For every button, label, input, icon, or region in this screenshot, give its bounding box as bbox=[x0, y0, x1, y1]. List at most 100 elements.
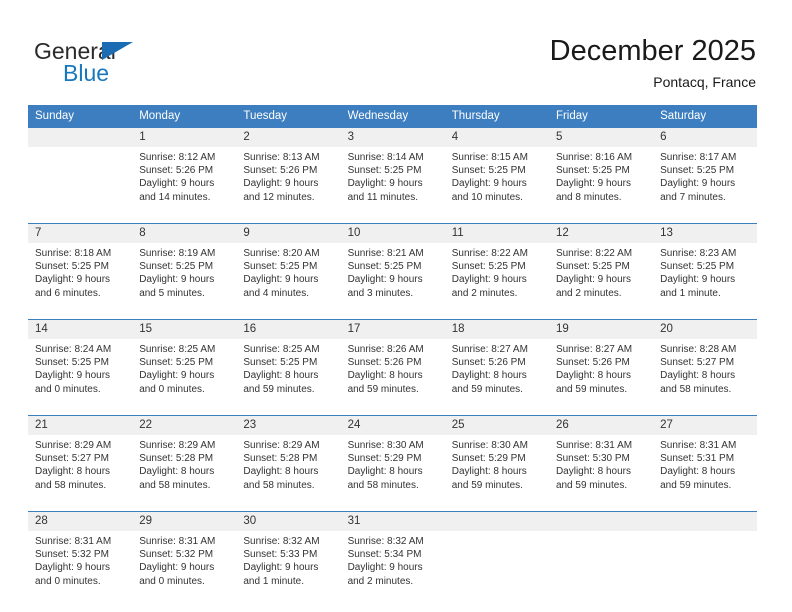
daylight-text-cont: and 5 minutes. bbox=[139, 287, 205, 299]
daylight-text: Daylight: 9 hours bbox=[35, 562, 111, 574]
day-number[interactable]: 21 bbox=[28, 415, 133, 435]
day-number[interactable]: 13 bbox=[653, 223, 758, 243]
general-blue-logo[interactable]: General Blue bbox=[34, 38, 204, 90]
daylight-text: Daylight: 9 hours bbox=[555, 274, 631, 286]
day-number[interactable]: 16 bbox=[236, 319, 341, 339]
day-cell[interactable]: Sunrise: 8:27 AM Sunset: 5:26 PM Dayligh… bbox=[548, 339, 654, 416]
sunrise-text: Sunrise: 8:30 AM bbox=[451, 440, 528, 451]
day-cell[interactable] bbox=[28, 147, 133, 224]
day-cell[interactable] bbox=[548, 531, 654, 607]
day-number[interactable] bbox=[444, 511, 549, 531]
day-number[interactable] bbox=[653, 511, 758, 531]
day-cell[interactable]: Sunrise: 8:29 AM Sunset: 5:27 PM Dayligh… bbox=[28, 435, 133, 512]
day-number[interactable] bbox=[28, 128, 133, 147]
daylight-text-cont: and 0 minutes. bbox=[139, 383, 205, 395]
day-cell[interactable]: Sunrise: 8:26 AM Sunset: 5:26 PM Dayligh… bbox=[340, 339, 445, 416]
page-subtitle-location: Pontacq, France bbox=[653, 74, 756, 90]
day-number[interactable]: 29 bbox=[132, 511, 237, 531]
day-cell[interactable]: Sunrise: 8:27 AM Sunset: 5:26 PM Dayligh… bbox=[444, 339, 549, 416]
day-number[interactable]: 10 bbox=[340, 223, 445, 243]
daylight-text: Daylight: 8 hours bbox=[555, 466, 631, 478]
weekday-header-sunday: Sunday bbox=[28, 105, 133, 128]
day-cell[interactable]: Sunrise: 8:32 AM Sunset: 5:33 PM Dayligh… bbox=[236, 531, 341, 607]
day-number[interactable]: 30 bbox=[236, 511, 341, 531]
day-cell[interactable]: Sunrise: 8:24 AM Sunset: 5:25 PM Dayligh… bbox=[28, 339, 133, 416]
day-number[interactable]: 22 bbox=[132, 415, 237, 435]
day-cell[interactable]: Sunrise: 8:31 AM Sunset: 5:30 PM Dayligh… bbox=[548, 435, 654, 512]
sunset-text: Sunset: 5:25 PM bbox=[139, 261, 214, 273]
day-cell[interactable]: Sunrise: 8:21 AM Sunset: 5:25 PM Dayligh… bbox=[340, 243, 445, 320]
daylight-text: Daylight: 9 hours bbox=[347, 178, 423, 190]
day-number[interactable]: 4 bbox=[444, 128, 549, 147]
week-row: 1 2 3 4 5 6 Sunrise: 8:12 AM Sunset: 5:2… bbox=[28, 128, 758, 224]
day-cell[interactable]: Sunrise: 8:28 AM Sunset: 5:27 PM Dayligh… bbox=[653, 339, 758, 416]
day-cell[interactable]: Sunrise: 8:22 AM Sunset: 5:25 PM Dayligh… bbox=[444, 243, 549, 320]
sunset-text: Sunset: 5:25 PM bbox=[35, 357, 109, 369]
weekday-header-row: Sunday Monday Tuesday Wednesday Thursday… bbox=[28, 105, 758, 128]
daylight-text: Daylight: 9 hours bbox=[347, 562, 423, 574]
day-cell[interactable]: Sunrise: 8:22 AM Sunset: 5:25 PM Dayligh… bbox=[548, 243, 654, 320]
day-cell[interactable] bbox=[653, 531, 758, 607]
day-cell[interactable]: Sunrise: 8:16 AM Sunset: 5:25 PM Dayligh… bbox=[548, 147, 654, 224]
day-number[interactable]: 17 bbox=[340, 319, 445, 339]
day-cell[interactable] bbox=[444, 531, 549, 607]
day-cell[interactable]: Sunrise: 8:30 AM Sunset: 5:29 PM Dayligh… bbox=[444, 435, 549, 512]
day-number[interactable]: 9 bbox=[236, 223, 341, 243]
day-number[interactable]: 11 bbox=[444, 223, 549, 243]
day-number[interactable]: 18 bbox=[444, 319, 549, 339]
daylight-text-cont: and 0 minutes. bbox=[139, 575, 205, 587]
day-cell[interactable]: Sunrise: 8:31 AM Sunset: 5:32 PM Dayligh… bbox=[28, 531, 133, 607]
day-cell[interactable]: Sunrise: 8:15 AM Sunset: 5:25 PM Dayligh… bbox=[444, 147, 549, 224]
day-number[interactable]: 19 bbox=[548, 319, 654, 339]
daylight-text: Daylight: 8 hours bbox=[347, 370, 423, 382]
day-cell[interactable]: Sunrise: 8:31 AM Sunset: 5:31 PM Dayligh… bbox=[653, 435, 758, 512]
day-cell[interactable]: Sunrise: 8:29 AM Sunset: 5:28 PM Dayligh… bbox=[236, 435, 341, 512]
day-cell[interactable]: Sunrise: 8:19 AM Sunset: 5:25 PM Dayligh… bbox=[132, 243, 237, 320]
day-number[interactable]: 14 bbox=[28, 319, 133, 339]
day-number[interactable]: 31 bbox=[340, 511, 445, 531]
day-cell[interactable]: Sunrise: 8:13 AM Sunset: 5:26 PM Dayligh… bbox=[236, 147, 341, 224]
day-number[interactable]: 26 bbox=[548, 415, 654, 435]
day-number[interactable]: 12 bbox=[548, 223, 654, 243]
day-cell[interactable]: Sunrise: 8:23 AM Sunset: 5:25 PM Dayligh… bbox=[653, 243, 758, 320]
weekday-header-wednesday: Wednesday bbox=[340, 105, 445, 128]
daylight-text-cont: and 7 minutes. bbox=[660, 191, 726, 203]
day-number[interactable]: 28 bbox=[28, 511, 133, 531]
day-cell[interactable]: Sunrise: 8:12 AM Sunset: 5:26 PM Dayligh… bbox=[132, 147, 237, 224]
sunset-text: Sunset: 5:28 PM bbox=[243, 453, 318, 465]
day-number[interactable]: 20 bbox=[653, 319, 758, 339]
day-cell[interactable]: Sunrise: 8:30 AM Sunset: 5:29 PM Dayligh… bbox=[340, 435, 445, 512]
day-cell[interactable]: Sunrise: 8:20 AM Sunset: 5:25 PM Dayligh… bbox=[236, 243, 341, 320]
day-number[interactable]: 6 bbox=[653, 128, 758, 147]
day-number[interactable]: 3 bbox=[340, 128, 445, 147]
daylight-text: Daylight: 9 hours bbox=[139, 562, 215, 574]
day-cell[interactable]: Sunrise: 8:32 AM Sunset: 5:34 PM Dayligh… bbox=[340, 531, 445, 607]
day-number[interactable]: 25 bbox=[444, 415, 549, 435]
page-title: December 2025 bbox=[549, 35, 756, 67]
day-cell[interactable]: Sunrise: 8:17 AM Sunset: 5:25 PM Dayligh… bbox=[653, 147, 758, 224]
daylight-text-cont: and 58 minutes. bbox=[35, 479, 107, 491]
day-cell[interactable]: Sunrise: 8:18 AM Sunset: 5:25 PM Dayligh… bbox=[28, 243, 133, 320]
day-number[interactable]: 27 bbox=[653, 415, 758, 435]
day-number[interactable]: 7 bbox=[28, 223, 133, 243]
day-number[interactable]: 15 bbox=[132, 319, 237, 339]
day-cell[interactable]: Sunrise: 8:25 AM Sunset: 5:25 PM Dayligh… bbox=[236, 339, 341, 416]
title-block: December 2025 Pontacq, France bbox=[550, 34, 756, 91]
day-number[interactable]: 1 bbox=[132, 128, 237, 147]
daylight-text: Daylight: 9 hours bbox=[139, 274, 215, 286]
sunset-text: Sunset: 5:26 PM bbox=[555, 357, 630, 369]
day-cell[interactable]: Sunrise: 8:29 AM Sunset: 5:28 PM Dayligh… bbox=[132, 435, 237, 512]
day-cell[interactable]: Sunrise: 8:14 AM Sunset: 5:25 PM Dayligh… bbox=[340, 147, 445, 224]
day-number[interactable] bbox=[548, 511, 654, 531]
daylight-text-cont: and 58 minutes. bbox=[139, 479, 211, 491]
sunset-text: Sunset: 5:31 PM bbox=[660, 453, 735, 465]
day-number[interactable]: 24 bbox=[340, 415, 445, 435]
daylight-text-cont: and 3 minutes. bbox=[347, 287, 414, 299]
day-number[interactable]: 8 bbox=[132, 223, 237, 243]
day-cell[interactable]: Sunrise: 8:31 AM Sunset: 5:32 PM Dayligh… bbox=[132, 531, 237, 607]
daylight-text: Daylight: 9 hours bbox=[243, 274, 319, 286]
day-number[interactable]: 2 bbox=[236, 128, 341, 147]
day-cell[interactable]: Sunrise: 8:25 AM Sunset: 5:25 PM Dayligh… bbox=[132, 339, 237, 416]
day-number[interactable]: 5 bbox=[548, 128, 654, 147]
day-number[interactable]: 23 bbox=[236, 415, 341, 435]
